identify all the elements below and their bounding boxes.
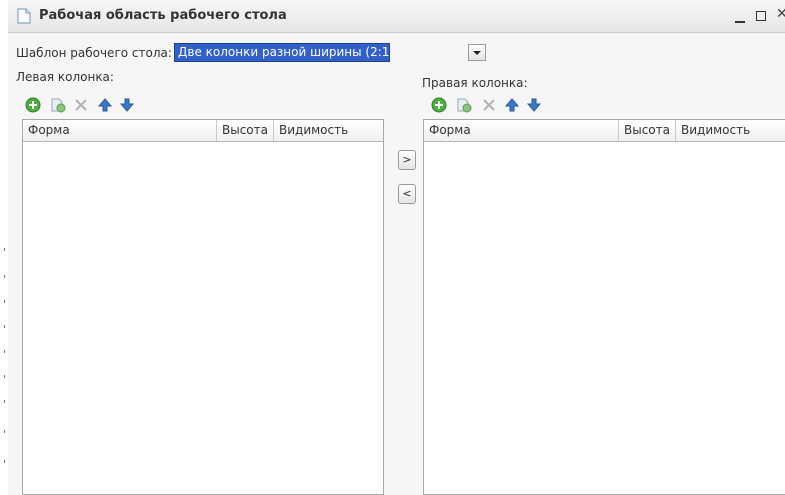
right-toolbar [430,96,570,116]
left-forms-table[interactable]: Форма Высота Видимость [22,119,384,495]
edge-mark [4,460,5,463]
window-title: Рабочая область рабочего стола [39,8,287,23]
left-move-down-button[interactable] [118,96,136,114]
right-col-height[interactable]: Высота [619,120,676,141]
move-up-icon [97,98,113,112]
add-icon [431,97,447,113]
add-icon [25,97,41,113]
edge-mark [4,325,5,328]
template-dropdown-button[interactable] [468,44,486,61]
left-table-header: Форма Высота Видимость [23,120,383,142]
right-col-visibility[interactable]: Видимость [676,120,785,141]
move-up-icon [504,98,520,112]
right-forms-table[interactable]: Форма Высота Видимость [423,119,785,495]
right-move-up-button[interactable] [503,96,521,114]
document-icon [17,8,31,24]
move-down-icon [119,98,135,112]
left-move-up-button[interactable] [96,96,114,114]
edge-mark [4,430,5,433]
move-right-button[interactable]: > [398,150,416,170]
move-down-icon [526,98,542,112]
left-col-visibility[interactable]: Видимость [274,120,384,141]
title-bar[interactable]: Рабочая область рабочего стола ✕ [8,0,785,33]
close-button[interactable]: ✕ [776,7,785,31]
right-col-form[interactable]: Форма [424,120,619,141]
workspace-window: Рабочая область рабочего стола ✕ Шаблон … [8,0,785,495]
maximize-button[interactable] [756,11,766,21]
edge-mark [4,350,5,353]
template-select[interactable]: Две колонки разной ширины (2:1) [174,43,390,62]
right-column-label: Правая колонка: [422,76,528,90]
right-delete-button[interactable] [480,96,498,114]
left-add-button[interactable] [24,96,42,114]
right-copy-button[interactable] [455,96,473,114]
delete-icon [75,99,87,111]
left-copy-button[interactable] [49,96,67,114]
right-table-header: Форма Высота Видимость [424,120,785,142]
minimize-button[interactable] [733,4,747,28]
left-edge-strip [0,0,8,495]
copy-icon [457,98,472,113]
delete-icon [483,99,495,111]
left-col-height[interactable]: Высота [217,120,274,141]
copy-icon [51,98,66,113]
left-col-form[interactable]: Форма [23,120,217,141]
edge-mark [4,300,5,303]
edge-mark [4,375,5,378]
move-left-button[interactable]: < [398,184,416,204]
left-toolbar [24,96,164,116]
right-move-down-button[interactable] [525,96,543,114]
left-delete-button[interactable] [72,96,90,114]
edge-mark [4,248,5,251]
edge-mark [4,400,5,403]
edge-mark [4,275,5,278]
left-column-label: Левая колонка: [16,70,114,84]
template-label: Шаблон рабочего стола: [16,46,172,60]
right-add-button[interactable] [430,96,448,114]
